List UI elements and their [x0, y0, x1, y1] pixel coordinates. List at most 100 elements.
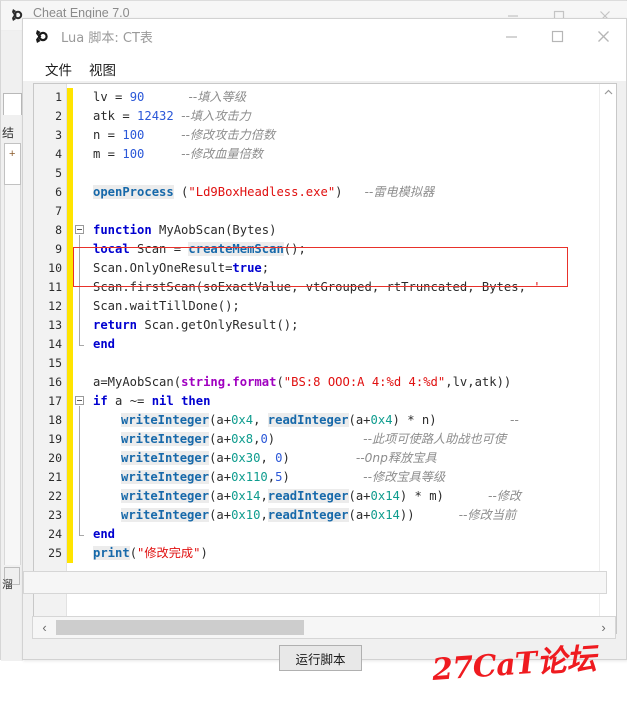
code-line[interactable]: writeInteger(a+0x30, 0) --0np释放宝具 [87, 449, 437, 468]
horizontal-scrollbar-bar[interactable]: ‹ › [32, 616, 616, 639]
code-line[interactable] [87, 164, 93, 183]
code-token-num: 90 [130, 90, 145, 104]
code-token-plain: ) [200, 546, 207, 560]
code-line[interactable]: lv = 90 --填入等级 [87, 88, 246, 107]
code-token-plain: Scan.firstScan(soExactValue, vtGrouped, … [93, 280, 533, 294]
line-number: 15 [34, 354, 62, 373]
code-token-kw: local [93, 242, 130, 256]
cheat-engine-label-bottom: 溜 [2, 576, 13, 592]
code-token-fn: readInteger [268, 413, 349, 427]
code-line[interactable]: writeInteger(a+0x8,0) --此项可使路人助战也可使 [87, 430, 506, 449]
code-token-kw: return [93, 318, 137, 332]
code-token-cmt: --雷电模拟器 [365, 185, 435, 199]
code-token-plain: n = [93, 128, 122, 142]
code-token-plain: , [260, 451, 275, 465]
line-number: 18 [34, 411, 62, 430]
code-token-plain: Scan = [130, 242, 189, 256]
code-line[interactable]: openProcess ("Ld9BoxHeadless.exe") --雷电模… [87, 183, 434, 202]
menu-item-view[interactable]: 视图 [85, 58, 120, 80]
vertical-scrollbar[interactable] [599, 84, 616, 633]
code-line[interactable]: writeInteger(a+0x110,5) --修改宝具等级 [87, 468, 445, 487]
code-line[interactable]: atk = 12432 --填入攻击力 [87, 107, 251, 126]
line-number: 24 [34, 525, 62, 544]
code-token-lib: string.format [181, 375, 276, 389]
code-token-plain: , [260, 489, 267, 503]
code-line[interactable]: Scan.waitTillDone(); [87, 297, 240, 316]
cheat-engine-tab-fragment[interactable] [3, 93, 22, 115]
code-token-plain [144, 147, 181, 161]
line-number: 1 [34, 88, 62, 107]
vertical-scroll-thumb[interactable] [601, 101, 616, 531]
code-line[interactable]: Scan.OnlyOneResult=true; [87, 259, 269, 278]
plus-icon[interactable]: + [9, 149, 15, 159]
fold-toggle-icon[interactable] [75, 396, 84, 405]
minimize-icon[interactable] [488, 19, 534, 53]
line-number: 21 [34, 468, 62, 487]
code-line[interactable]: end [87, 335, 115, 354]
code-token-kw: then [181, 394, 210, 408]
code-line[interactable]: function MyAobScan(Bytes) [87, 221, 276, 240]
code-line[interactable] [87, 354, 93, 373]
code-line[interactable]: return Scan.getOnlyResult(); [87, 316, 298, 335]
maximize-icon[interactable] [534, 19, 580, 53]
code-token-fn: print [93, 546, 130, 560]
line-number: 11 [34, 278, 62, 297]
code-line[interactable]: a=MyAobScan(string.format("BS:8 OOO:A 4:… [87, 373, 511, 392]
code-line[interactable]: local Scan = createMemScan(); [87, 240, 306, 259]
horizontal-scrollbar[interactable] [23, 571, 607, 594]
line-number: 19 [34, 430, 62, 449]
code-token-plain: ) [268, 432, 363, 446]
code-token-plain: ) * m) [400, 489, 488, 503]
horizontal-scroll-thumb[interactable] [56, 620, 304, 635]
code-token-plain: lv = [93, 90, 130, 104]
code-token-plain [144, 128, 181, 142]
code-token-plain: m = [93, 147, 122, 161]
scroll-right-icon[interactable]: › [593, 617, 614, 638]
menu-item-file[interactable]: 文件 [41, 58, 76, 80]
code-token-hex: 0x10 [231, 508, 260, 522]
code-token-fn: writeInteger [121, 451, 209, 465]
code-token-plain: (a+ [349, 508, 371, 522]
code-line[interactable]: writeInteger(a+0x14,readInteger(a+0x14) … [87, 487, 521, 506]
code-text-area[interactable]: lv = 90 --填入等级atk = 12432 --填入攻击力n = 100… [87, 84, 616, 633]
code-line[interactable]: end [87, 525, 115, 544]
close-icon[interactable] [580, 19, 626, 53]
code-folding-column[interactable] [73, 84, 87, 633]
lua-menubar: 文件 视图 [23, 53, 626, 81]
scroll-up-icon[interactable] [600, 84, 617, 101]
code-token-kw: function [93, 223, 152, 237]
line-number: 5 [34, 164, 62, 183]
cheat-engine-label-top: 结 [2, 124, 14, 141]
script-editor[interactable]: 1234567891011121314151617181920212223242… [33, 83, 617, 634]
code-token-fn: readInteger [268, 508, 349, 522]
lua-titlebar[interactable]: Lua 脚本: CT表 [23, 19, 626, 53]
run-script-button[interactable]: 运行脚本 [279, 645, 362, 671]
code-token-hex: 0x14 [371, 508, 400, 522]
code-token-hex: 0x110 [231, 470, 268, 484]
code-line[interactable] [87, 202, 93, 221]
scroll-left-icon[interactable]: ‹ [34, 617, 55, 638]
code-token-kw: end [93, 527, 115, 541]
code-line[interactable]: writeInteger(a+0x4, readInteger(a+0x4) *… [87, 411, 519, 430]
code-token-hex: 0x30 [231, 451, 260, 465]
code-token-plain: (a+ [209, 451, 231, 465]
code-line[interactable]: m = 100 --修改血量倍数 [87, 145, 263, 164]
code-token-cmt: --填入攻击力 [181, 109, 251, 123]
code-token-plain: (); [284, 242, 306, 256]
line-number: 7 [34, 202, 62, 221]
code-line[interactable]: print("修改完成") [87, 544, 208, 563]
code-token-kw: end [93, 337, 115, 351]
code-line[interactable]: Scan.firstScan(soExactValue, vtGrouped, … [87, 278, 541, 297]
code-token-plain: a=MyAobScan( [93, 375, 181, 389]
code-token-plain: , [253, 413, 268, 427]
code-token-fn: writeInteger [121, 508, 209, 522]
code-token-plain: ( [174, 185, 189, 199]
fold-toggle-icon[interactable] [75, 225, 84, 234]
code-line[interactable]: writeInteger(a+0x10,readInteger(a+0x14))… [87, 506, 516, 525]
line-number: 22 [34, 487, 62, 506]
code-line[interactable]: if a ~= nil then [87, 392, 210, 411]
code-token-plain: ) * n) [393, 413, 510, 427]
line-number: 23 [34, 506, 62, 525]
code-line[interactable]: n = 100 --修改攻击力倍数 [87, 126, 275, 145]
code-token-plain: atk = [93, 109, 137, 123]
